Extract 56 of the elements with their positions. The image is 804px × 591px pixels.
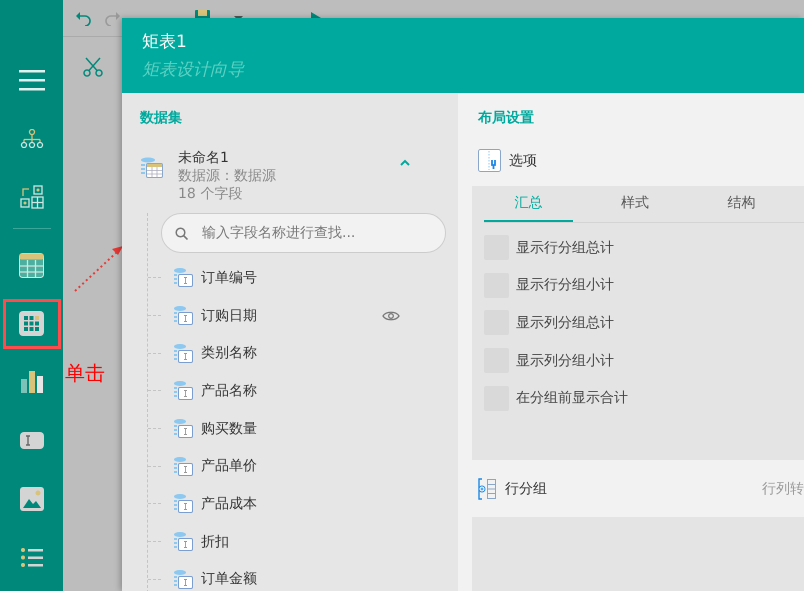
undo-icon[interactable] bbox=[75, 10, 91, 26]
field-name[interactable]: 类别名称 bbox=[201, 344, 257, 362]
checkbox-label: 显示列分组总计 bbox=[516, 314, 614, 332]
dataset-source: 数据源：数据源 bbox=[178, 167, 277, 185]
field-icon bbox=[173, 494, 193, 514]
section-heading: 数据集 bbox=[140, 109, 183, 127]
field-icon bbox=[173, 381, 193, 400]
row-group-label: 行分组 bbox=[505, 480, 548, 498]
field-icon bbox=[173, 456, 193, 476]
eye-icon[interactable] bbox=[382, 310, 400, 322]
field-count: 18 个字段 bbox=[178, 185, 244, 203]
field-icon bbox=[173, 306, 193, 326]
list-icon bbox=[20, 547, 43, 568]
image-icon bbox=[20, 487, 44, 512]
dotted-arrow bbox=[74, 244, 124, 292]
field-name[interactable]: 产品名称 bbox=[201, 382, 257, 400]
tab[interactable]: 样式 bbox=[590, 186, 680, 222]
checkbox-label: 在分组前显示合计 bbox=[516, 389, 628, 408]
scissors-icon[interactable] bbox=[83, 57, 103, 77]
matrix-icon bbox=[19, 311, 44, 336]
field-icon bbox=[173, 268, 193, 288]
menu-icon bbox=[18, 70, 44, 92]
field-name[interactable]: 产品成本 bbox=[201, 494, 257, 513]
field-icon bbox=[173, 532, 193, 552]
section-heading: 布局设置 bbox=[478, 109, 535, 127]
field-name[interactable]: 订单金额 bbox=[201, 570, 257, 588]
checkbox-label: 显示行分组总计 bbox=[516, 238, 614, 257]
field-icon bbox=[173, 344, 193, 363]
search-field[interactable]: 输入字段名称进行查找... bbox=[161, 213, 446, 253]
options-label: 选项 bbox=[509, 152, 537, 170]
layout-icon bbox=[20, 185, 44, 210]
search-icon bbox=[175, 227, 188, 240]
checkbox-label: 显示列分组小计 bbox=[516, 352, 614, 370]
checkbox-label: 显示行分组小计 bbox=[516, 276, 614, 294]
table-icon bbox=[19, 252, 44, 278]
dataset-icon bbox=[140, 157, 163, 178]
field-name[interactable]: 折扣 bbox=[201, 532, 229, 551]
field-icon bbox=[173, 419, 193, 438]
bar-chart-icon bbox=[20, 371, 42, 394]
annotation-label: 单击 bbox=[65, 361, 105, 385]
sidebar-button[interactable] bbox=[2, 299, 60, 349]
field-name[interactable]: 购买数量 bbox=[201, 420, 257, 438]
field-name[interactable]: 产品单价 bbox=[201, 457, 257, 476]
text-icon bbox=[20, 432, 44, 450]
tab[interactable]: 结构 bbox=[697, 186, 786, 222]
dialog-title: 矩表1 bbox=[142, 32, 188, 52]
dataset-name: 未命名1 bbox=[178, 149, 230, 167]
options-icon bbox=[478, 149, 501, 172]
field-icon bbox=[173, 570, 193, 589]
dialog-subtitle: 矩表设计向导 bbox=[142, 59, 246, 81]
redo-icon[interactable] bbox=[105, 10, 121, 26]
collapse-caret-icon[interactable] bbox=[400, 159, 410, 167]
row-group-icon bbox=[478, 478, 497, 500]
field-name[interactable]: 订单编号 bbox=[201, 268, 257, 287]
field-name[interactable]: 订购日期 bbox=[201, 306, 257, 325]
hierarchy-icon bbox=[20, 129, 44, 148]
